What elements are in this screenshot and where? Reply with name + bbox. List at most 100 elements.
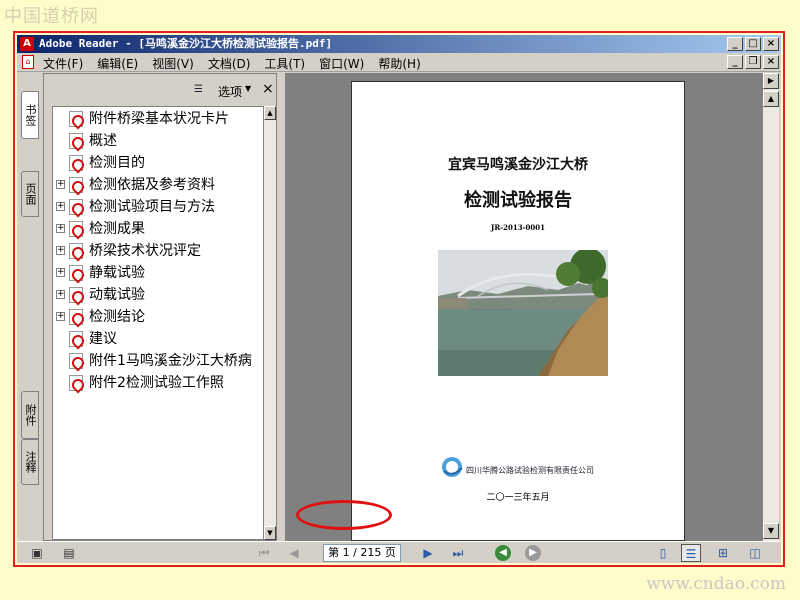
document-scrollbar[interactable]: ▶ ▲ ▼ <box>763 73 779 541</box>
maximize-button[interactable]: □ <box>745 37 761 51</box>
tab-pages[interactable]: 页面 <box>21 171 39 217</box>
tab-attachments[interactable]: 附件 <box>21 391 39 439</box>
pdf-bookmark-icon <box>69 177 83 193</box>
expand-icon[interactable]: + <box>56 180 65 189</box>
document-area[interactable]: 宜宾马鸣溪金沙江大桥 检测试验报告 JR-2013-0001 四川华腾公路试验检… <box>285 73 763 541</box>
bookmark-item[interactable]: 附件1马鸣溪金沙江大桥病 <box>53 351 263 371</box>
pdf-bookmark-icon <box>69 155 83 171</box>
pdf-bookmark-icon <box>69 331 83 347</box>
document-page: 宜宾马鸣溪金沙江大桥 检测试验报告 JR-2013-0001 四川华腾公路试验检… <box>351 81 685 541</box>
bookmark-item[interactable]: 建议 <box>53 329 263 349</box>
pdf-bookmark-icon <box>69 287 83 303</box>
status-bar: ▣ ▤ ⏮ ◀ 第 1 / 215 页 ▶ ⏭ ◀ ▶ ▯ ☰ ⊞ ◫ <box>17 541 781 563</box>
next-page-icon[interactable]: ▶ <box>419 545 437 561</box>
pdf-bookmark-icon <box>69 265 83 281</box>
previous-page-icon[interactable]: ◀ <box>285 545 303 561</box>
page-number-highlight <box>296 500 392 530</box>
panel-close-icon[interactable]: × <box>262 81 274 97</box>
bookmark-item[interactable]: + 静载试验 <box>53 263 263 283</box>
pdf-bookmark-icon <box>69 111 83 127</box>
go-forward-icon[interactable]: ▶ <box>525 545 541 561</box>
bookmark-label: 概述 <box>89 133 117 149</box>
tab-comments[interactable]: 注释 <box>21 439 39 485</box>
watermark-bottom: www.cndao.com <box>646 574 786 594</box>
menu-window[interactable]: 窗口(W) <box>319 55 364 72</box>
options-menu[interactable]: 选项 <box>218 83 242 100</box>
scroll-up-arrow-icon[interactable]: ▲ <box>264 106 276 120</box>
expand-icon[interactable]: + <box>56 202 65 211</box>
expand-icon[interactable]: + <box>56 224 65 233</box>
bookmarks-panel: ☰ 选项 ▼ × 附件桥梁基本状况卡片 概述 检测目的 + 检测依据及参考资料 + 检测试验… <box>43 73 277 541</box>
bookmark-item[interactable]: + 检测依据及参考资料 <box>53 175 263 195</box>
bookmarks-scrollbar[interactable]: ▲ ▼ <box>264 106 276 540</box>
bookmark-item[interactable]: 检测目的 <box>53 153 263 173</box>
watermark-top: 中国道桥网 <box>4 6 99 27</box>
adobe-reader-icon: A <box>20 37 34 51</box>
continuous-view-icon[interactable]: ☰ <box>681 544 701 562</box>
bookmark-item[interactable]: + 检测试验项目与方法 <box>53 197 263 217</box>
doc-close-button[interactable]: × <box>763 55 779 69</box>
bookmark-item[interactable]: + 检测成果 <box>53 219 263 239</box>
bookmarks-toolbar: ☰ 选项 ▼ × <box>44 74 276 106</box>
scroll-down-arrow-icon[interactable]: ▼ <box>264 526 276 540</box>
minimize-button[interactable]: _ <box>727 37 743 51</box>
menu-view[interactable]: 视图(V) <box>152 55 194 72</box>
go-back-icon[interactable]: ◀ <box>495 545 511 561</box>
menu-bar: ⌂ 文件(F) 编辑(E) 视图(V) 文档(D) 工具(T) 窗口(W) 帮助… <box>17 53 781 72</box>
menu-edit[interactable]: 编辑(E) <box>97 55 138 72</box>
page-setup-icon[interactable]: ▤ <box>61 545 77 561</box>
last-page-icon[interactable]: ⏭ <box>449 545 467 561</box>
bookmark-label: 附件1马鸣溪金沙江大桥病 <box>89 353 252 369</box>
menu-file[interactable]: 文件(F) <box>43 55 83 72</box>
scroll-down-arrow-icon[interactable]: ▼ <box>763 523 779 539</box>
tab-bookmarks[interactable]: 书签 <box>21 91 39 139</box>
bookmark-label: 桥梁技术状况评定 <box>89 243 201 259</box>
facing-view-icon[interactable]: ⊞ <box>713 544 733 562</box>
expand-icon[interactable]: + <box>56 290 65 299</box>
continuous-facing-view-icon[interactable]: ◫ <box>745 544 765 562</box>
company-name: 四川华腾公路试验检测有限责任公司 <box>466 466 594 475</box>
title-bar[interactable]: A Adobe Reader - [马鸣溪金沙江大桥检测试验报告.pdf] _ … <box>17 35 781 53</box>
reader-window: A Adobe Reader - [马鸣溪金沙江大桥检测试验报告.pdf] _ … <box>17 35 781 563</box>
report-code: JR-2013-0001 <box>491 223 545 232</box>
bookmark-label: 检测成果 <box>89 221 145 237</box>
chevron-down-icon[interactable]: ▼ <box>245 84 251 93</box>
bookmark-item[interactable]: 附件桥梁基本状况卡片 <box>53 109 263 129</box>
expand-icon[interactable]: + <box>56 246 65 255</box>
bookmark-item[interactable]: + 检测结论 <box>53 307 263 327</box>
pdf-bookmark-icon <box>69 353 83 369</box>
bookmark-label: 动载试验 <box>89 287 145 303</box>
bookmark-item[interactable]: + 桥梁技术状况评定 <box>53 241 263 261</box>
pdf-bookmark-icon <box>69 133 83 149</box>
bookmark-item[interactable]: + 动载试验 <box>53 285 263 305</box>
bookmark-label: 检测试验项目与方法 <box>89 199 215 215</box>
bookmark-label: 建议 <box>89 331 117 347</box>
pdf-bookmark-icon <box>69 375 83 391</box>
scroll-up-arrow-icon[interactable]: ▲ <box>763 91 779 107</box>
options-icon[interactable]: ☰ <box>194 83 206 96</box>
pdf-bookmark-icon <box>69 199 83 215</box>
expand-icon[interactable]: + <box>56 268 65 277</box>
pdf-bookmark-icon <box>69 309 83 325</box>
bookmark-item[interactable]: 概述 <box>53 131 263 151</box>
monitor-icon[interactable]: ▣ <box>29 545 45 561</box>
first-page-icon[interactable]: ⏮ <box>255 545 273 561</box>
bookmark-label: 检测结论 <box>89 309 145 325</box>
bookmark-label: 附件桥梁基本状况卡片 <box>89 111 229 127</box>
menu-tools[interactable]: 工具(T) <box>264 55 305 72</box>
menu-document[interactable]: 文档(D) <box>208 55 251 72</box>
single-page-view-icon[interactable]: ▯ <box>653 544 673 562</box>
doc-restore-button[interactable]: ❐ <box>745 55 761 69</box>
doc-minimize-button[interactable]: _ <box>727 55 743 69</box>
pdf-bookmark-icon <box>69 221 83 237</box>
bookmark-item[interactable]: 附件2检测试验工作照 <box>53 373 263 393</box>
page-number-field[interactable]: 第 1 / 215 页 <box>323 544 401 562</box>
bookmark-label: 静载试验 <box>89 265 145 281</box>
menu-help[interactable]: 帮助(H) <box>378 55 420 72</box>
expand-icon[interactable]: + <box>56 312 65 321</box>
pdf-doc-icon[interactable]: ⌂ <box>22 55 34 69</box>
close-button[interactable]: × <box>763 37 779 51</box>
scroll-right-arrow-icon[interactable]: ▶ <box>763 73 779 89</box>
pdf-bookmark-icon <box>69 243 83 259</box>
report-date: 二〇一三年五月 <box>486 493 550 503</box>
